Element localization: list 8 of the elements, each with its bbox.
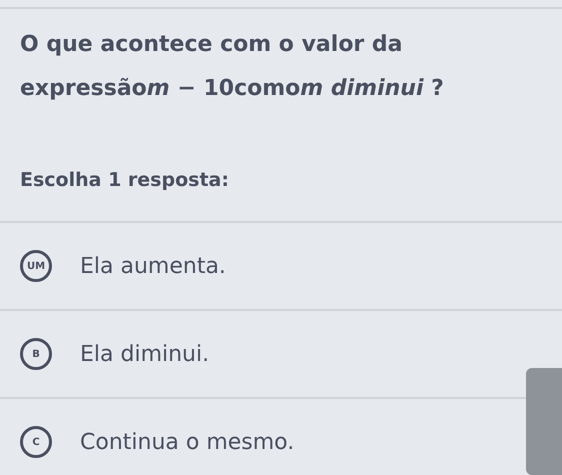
option-letter[interactable]: UM: [20, 250, 52, 282]
option-text[interactable]: Ela aumenta.: [80, 254, 226, 278]
option-letter[interactable]: C: [20, 426, 52, 458]
option-letter[interactable]: B: [20, 338, 52, 370]
option-text[interactable]: Ela diminui.: [80, 342, 210, 366]
option-text[interactable]: Continua o mesmo.: [80, 430, 294, 454]
instruction-text: Escolha 1 resposta:: [20, 169, 230, 191]
question-text: O que acontece com o valor da expressãom − 10comom diminui ?: [20, 31, 445, 103]
